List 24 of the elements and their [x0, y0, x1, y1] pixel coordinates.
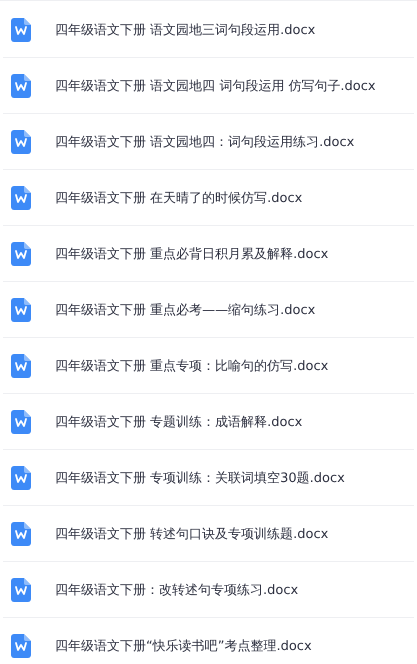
file-name[interactable]: 四年级语文下册 专项训练：关联词填空30题.docx [55, 468, 345, 486]
word-document-icon [11, 186, 31, 210]
word-document-icon [11, 130, 31, 154]
file-name[interactable]: 四年级语文下册“快乐读书吧”考点整理.docx [55, 636, 312, 654]
file-name[interactable]: 四年级语文下册 重点专项：比喻句的仿写.docx [55, 356, 328, 374]
file-name[interactable]: 四年级语文下册 语文园地四 词句段运用 仿写句子.docx [55, 76, 376, 94]
word-document-icon [11, 18, 31, 42]
word-document-icon [11, 634, 31, 658]
file-name[interactable]: 四年级语文下册 语文园地三词句段运用.docx [55, 20, 316, 38]
file-name[interactable]: 四年级语文下册 重点必考——缩句练习.docx [55, 300, 316, 318]
word-document-icon [11, 578, 31, 602]
word-document-icon [11, 522, 31, 546]
file-name[interactable]: 四年级语文下册：改转述句专项练习.docx [55, 580, 298, 598]
file-name[interactable]: 四年级语文下册 专题训练：成语解释.docx [55, 412, 302, 430]
file-name[interactable]: 四年级语文下册 重点必背日积月累及解释.docx [55, 244, 328, 262]
word-document-icon [11, 74, 31, 98]
word-document-icon [11, 354, 31, 378]
file-name[interactable]: 四年级语文下册 语文园地四：词句段运用练习.docx [55, 132, 354, 150]
file-name[interactable]: 四年级语文下册 在天晴了的时候仿写.docx [55, 188, 302, 206]
word-document-icon [11, 242, 31, 266]
word-document-icon [11, 298, 31, 322]
file-name[interactable]: 四年级语文下册 转述句口诀及专项训练题.docx [55, 524, 328, 542]
word-document-icon [11, 410, 31, 434]
word-document-icon [11, 466, 31, 490]
